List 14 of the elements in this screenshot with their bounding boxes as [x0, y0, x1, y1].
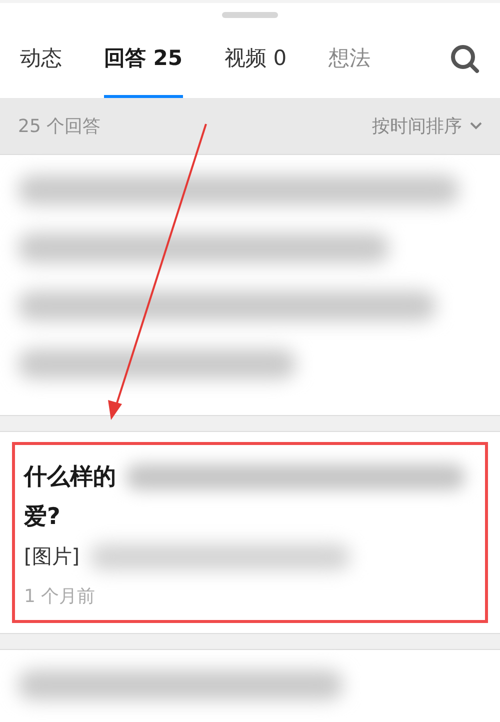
tab[interactable]: 视频 0	[224, 18, 287, 98]
answer-title: 什么样的	[24, 463, 116, 492]
tab[interactable]: 动态	[20, 18, 62, 98]
answer-count: 25 个回答	[18, 115, 101, 138]
answer-title: 爱?	[24, 503, 62, 532]
chevron-down-icon	[470, 122, 482, 130]
tab[interactable]: 想法	[328, 18, 371, 98]
answer-card[interactable]	[0, 649, 500, 722]
answer-time: 1 个月前	[24, 585, 96, 608]
answer-excerpt: [图片]	[24, 543, 80, 570]
answer-card[interactable]: 什么样的 爱? [图片] 1 个月前	[0, 431, 500, 634]
drag-handle[interactable]	[222, 12, 278, 18]
answer-card[interactable]	[0, 154, 500, 416]
search-icon[interactable]	[450, 44, 480, 74]
